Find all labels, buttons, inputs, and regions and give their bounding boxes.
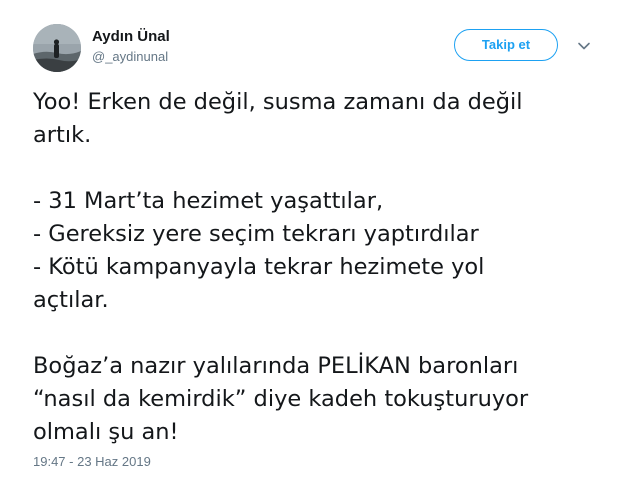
author-display-name[interactable]: Aydın Ünal	[92, 28, 170, 46]
tweet-text: Yoo! Erken de değil, susma zamanı da değ…	[33, 86, 599, 449]
tweet-text-line: - 31 Mart’ta hezimet yaşattılar,	[33, 188, 384, 214]
tweet-text-line: olmalı şu an!	[33, 419, 179, 445]
follow-button[interactable]: Takip et	[454, 29, 558, 61]
author-handle[interactable]: @_aydinunal	[92, 48, 170, 66]
tweet-text-line: “nasıl da kemirdik” diye kadeh tokuşturu…	[33, 386, 529, 412]
tweet-text-blank-line	[33, 317, 599, 350]
author-block: Aydın Ünal @_aydinunal	[92, 28, 170, 66]
chevron-down-icon[interactable]	[576, 38, 592, 54]
tweet-text-line: Yoo! Erken de değil, susma zamanı da değ…	[33, 89, 523, 115]
tweet-card: Aydın Ünal @_aydinunal Takip et Yoo! Erk…	[0, 0, 628, 480]
tweet-text-line: - Gereksiz yere seçim tekrarı yaptırdıla…	[33, 221, 479, 247]
tweet-text-line: açtılar.	[33, 287, 109, 313]
tweet-text-line: - Kötü kampanyayla tekrar hezimete yol	[33, 254, 485, 280]
avatar-image	[33, 24, 81, 72]
tweet-text-line: artık.	[33, 122, 92, 148]
avatar[interactable]	[33, 24, 81, 72]
tweet-text-line: Boğaz’a nazır yalılarında PELİKAN baronl…	[33, 353, 519, 379]
tweet-text-blank-line	[33, 152, 599, 185]
tweet-timestamp[interactable]: 19:47 - 23 Haz 2019	[33, 454, 151, 469]
